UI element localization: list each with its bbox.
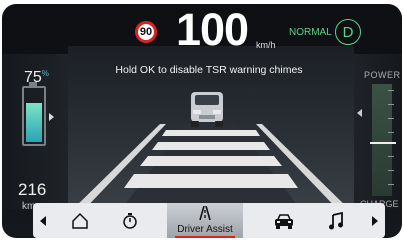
gauge-tick (388, 104, 394, 105)
music-note-icon (329, 211, 343, 229)
battery-icon (22, 82, 46, 146)
home-icon (72, 212, 88, 229)
power-indicator (370, 142, 396, 144)
current-speed: 100 (176, 4, 249, 55)
drive-mode: NORMAL (289, 27, 332, 38)
range-value: 216 (18, 180, 47, 199)
nav-active-label: Driver Assist (177, 224, 233, 235)
chevron-right-icon (372, 215, 378, 226)
car-icon (275, 213, 293, 229)
nav-home-button[interactable] (63, 203, 97, 238)
speed-limit-sign: 90 (135, 21, 157, 43)
gauge-tick (388, 156, 394, 157)
power-label: POWER (364, 70, 401, 80)
active-indicator (175, 236, 235, 238)
speed-limit-value: 90 (139, 26, 153, 38)
gauge-tick (388, 170, 394, 171)
nav-driver-assist-button[interactable]: Driver Assist (167, 203, 243, 238)
road-lanes (68, 124, 354, 214)
battery-fill (26, 103, 42, 142)
gear-value: D (342, 23, 354, 41)
chevron-left-icon (40, 215, 46, 226)
gauge-tick (388, 184, 394, 185)
bottom-nav: Driver Assist (33, 203, 385, 238)
lane-stripe-4 (124, 174, 298, 188)
nav-prev-button[interactable] (37, 203, 51, 238)
lane-stripe-3 (140, 156, 282, 166)
nav-next-button[interactable] (367, 203, 381, 238)
stopwatch-icon (123, 212, 137, 229)
tsr-message: Hold OK to disable TSR warning chimes (115, 64, 303, 76)
battery-percent-symbol: % (41, 69, 49, 78)
gauge-tick (388, 132, 394, 133)
speed-unit: km/h (256, 40, 276, 50)
gauge-tick (388, 118, 394, 119)
lead-vehicle-icon (191, 92, 223, 127)
gear-indicator: D (335, 19, 361, 45)
lane-stripe-2 (152, 142, 270, 150)
driver-assist-icon (199, 206, 211, 220)
nav-trip-button[interactable] (113, 203, 147, 238)
gauge-tick (388, 90, 394, 91)
chevron-left-icon (357, 109, 362, 117)
nav-vehicle-button[interactable] (267, 203, 301, 238)
chevron-right-icon (49, 113, 54, 121)
nav-media-button[interactable] (319, 203, 353, 238)
power-gauge (372, 84, 392, 196)
